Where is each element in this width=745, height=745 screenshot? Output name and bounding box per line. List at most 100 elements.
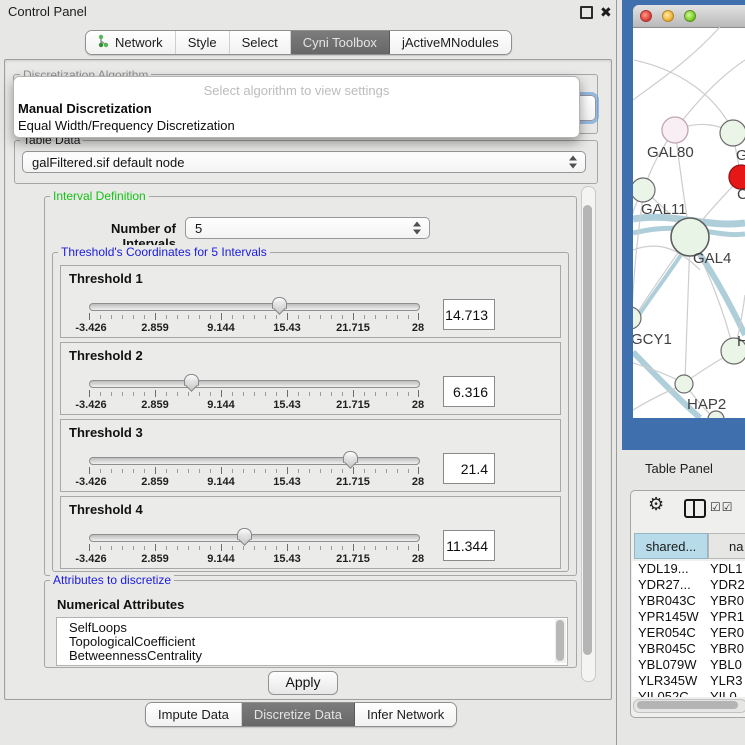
cell[interactable]: YBL0 [706,657,742,673]
cell[interactable]: YIL0 [706,689,737,697]
cell[interactable]: YBR0 [706,593,744,609]
tab-network[interactable]: Network [86,31,176,54]
numerical-attributes-label: Numerical Attributes [57,597,184,612]
cell[interactable]: YPR145W [632,609,706,625]
list-item-selfloops[interactable]: SelfLoops [57,621,567,635]
zoom-traffic-light[interactable] [684,10,696,22]
column-header-name[interactable]: na [708,533,745,559]
table-scrollbar-thumb[interactable] [637,701,738,709]
select-columns-icon[interactable]: ☑☑ [710,500,734,514]
threshold-4-value-field[interactable]: 11.344 [443,530,495,561]
screen: Control Panel ✖ Network Style Select [0,0,745,745]
table-row[interactable]: YBR043CYBR0 [632,593,745,609]
panel-scrollbar-thumb[interactable] [583,205,592,655]
threshold-3-slider-thumb[interactable] [343,451,358,463]
network-node[interactable] [720,120,745,146]
threshold-1-slider[interactable]: -3.426 2.859 9.144 15.43 21.715 28 [89,300,420,338]
tab-cyni-toolbox[interactable]: Cyni Toolbox [291,31,390,54]
table-row[interactable]: YPR145WYPR1 [632,609,745,625]
gear-icon[interactable]: ⚙ [648,494,664,515]
close-traffic-light[interactable] [640,10,652,22]
table-row[interactable]: YLR345WYLR3 [632,673,745,689]
network-node[interactable] [675,375,693,393]
column-layout-icon[interactable] [684,499,706,518]
table-row[interactable]: YDL19...YDL1 [632,561,745,577]
list-item-betweennesscentrality[interactable]: BetweennessCentrality [57,649,567,663]
threshold-4-slider-thumb[interactable] [237,528,252,540]
table-row[interactable]: YER054CYER0 [632,625,745,641]
slider-minor-ticks [89,469,419,473]
cell[interactable]: YDL1 [706,561,743,577]
table-data-selected-value: galFiltered.sif default node [32,155,184,170]
panel-vertical-scrollbar[interactable] [581,186,596,682]
threshold-4-panel: Threshold 4 -3.426 2.859 9.144 15.43 21.… [60,496,561,569]
slider-track[interactable] [89,303,420,311]
list-item-topologicalcoefficient[interactable]: TopologicalCoefficient [57,635,567,649]
threshold-4-slider[interactable]: -3.426 2.859 9.144 15.43 21.715 28 [89,531,420,569]
cell[interactable]: YLR345W [632,673,706,689]
tab-select[interactable]: Select [230,31,291,54]
list-vertical-scrollbar[interactable] [555,619,566,663]
minimize-traffic-light[interactable] [662,10,674,22]
threshold-2-value-field[interactable]: 6.316 [443,376,495,407]
cell[interactable]: YER0 [706,625,744,641]
tick-label: 2.859 [141,553,169,565]
slider-track[interactable] [89,380,420,388]
number-of-intervals-combobox[interactable]: 5 [185,217,430,239]
dropdown-option-manual-discretization[interactable]: Manual Discretization [18,101,152,116]
slider-minor-ticks [89,546,419,550]
threshold-1-panel: Threshold 1 -3.426 2.859 9.144 15.43 21.… [60,265,561,338]
tab-infer-network[interactable]: Infer Network [355,703,456,726]
slider-track[interactable] [89,534,420,542]
table-row[interactable]: YIL052CYIL0 [632,689,745,697]
dropdown-option-equal-width-frequency[interactable]: Equal Width/Frequency Discretization [18,118,235,133]
cell[interactable]: YER054C [632,625,706,641]
node-label-hap2: HAP2 [687,396,726,413]
network-canvas[interactable]: GAL80 GA C GAL11 GAL4 GCY1 H HAP2 [633,27,745,418]
tab-jactivemnodules[interactable]: jActiveMNodules [390,31,511,54]
tick-label: 28 [412,399,424,411]
tick-label: 15.43 [273,476,301,488]
cell[interactable]: YDR27... [632,577,706,593]
tab-discretize-data[interactable]: Discretize Data [242,703,355,726]
column-header-shared-name[interactable]: shared... [634,533,708,559]
network-node[interactable] [633,178,655,202]
table-row[interactable]: YBL079WYBL0 [632,657,745,673]
tab-style[interactable]: Style [176,31,230,54]
table-row[interactable]: YBR045CYBR0 [632,641,745,657]
tick-label: 2.859 [141,476,169,488]
cell[interactable]: YPR1 [706,609,744,625]
float-window-icon[interactable] [580,6,593,19]
threshold-3-slider[interactable]: -3.426 2.859 9.144 15.43 21.715 28 [89,454,420,492]
cell[interactable]: YIL052C [632,689,706,697]
close-icon[interactable]: ✖ [600,6,612,18]
threshold-3-value-field[interactable]: 21.4 [443,453,495,484]
network-node[interactable] [662,117,688,143]
threshold-2-label: Threshold 2 [69,348,143,363]
cell[interactable]: YDL19... [632,561,706,577]
combo-stepper-icon [413,222,422,235]
network-window-titlebar[interactable] [633,5,745,28]
threshold-1-slider-thumb[interactable] [272,297,287,309]
tab-select-label: Select [242,35,278,50]
table-row[interactable]: YDR27...YDR2 [632,577,745,593]
tab-style-label: Style [188,35,217,50]
tick-label: -3.426 [75,553,106,565]
tick-label: 21.715 [336,476,370,488]
tab-impute-data[interactable]: Impute Data [146,703,242,726]
slider-track[interactable] [89,457,420,465]
cell[interactable]: YBL079W [632,657,706,673]
cell[interactable]: YBR0 [706,641,744,657]
list-scrollbar-thumb[interactable] [556,620,564,661]
node-label-gcy1: GCY1 [633,331,672,348]
cell[interactable]: YDR2 [706,577,745,593]
cell[interactable]: YBR045C [632,641,706,657]
table-horizontal-scrollbar[interactable] [633,699,745,713]
threshold-2-slider[interactable]: -3.426 2.859 9.144 15.43 21.715 28 [89,377,420,415]
threshold-1-value-field[interactable]: 14.713 [443,299,495,330]
cell[interactable]: YBR043C [632,593,706,609]
threshold-2-slider-thumb[interactable] [184,374,199,386]
apply-button[interactable]: Apply [268,671,338,695]
table-data-combobox[interactable]: galFiltered.sif default node [22,151,586,173]
cell[interactable]: YLR3 [706,673,743,689]
